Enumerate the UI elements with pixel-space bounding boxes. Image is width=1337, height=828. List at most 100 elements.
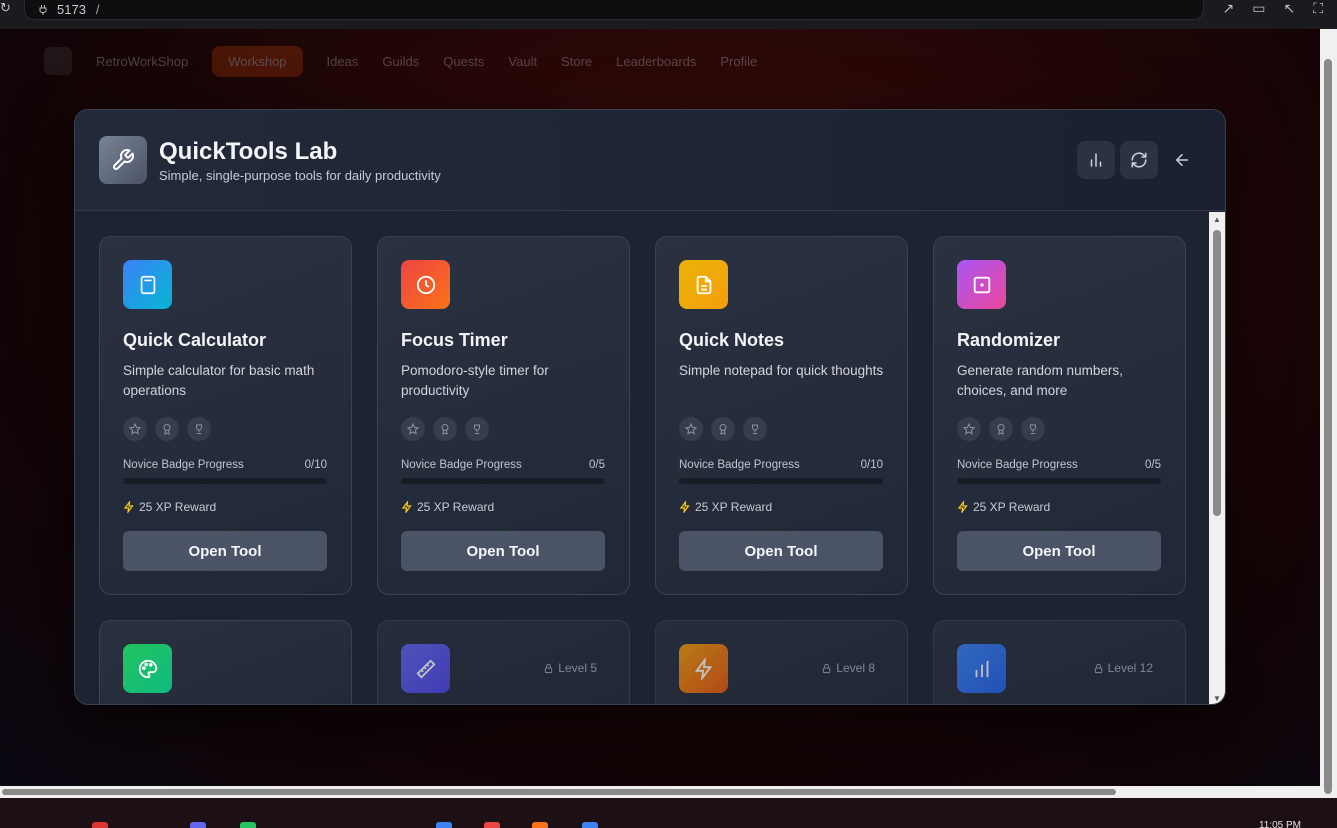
xp-label: 25 XP Reward (417, 500, 495, 514)
lock-level: Level 8 (836, 661, 875, 675)
page-hscroll-thumb[interactable] (2, 789, 1116, 795)
nav-item-leaderboards[interactable]: Leaderboards (616, 54, 696, 69)
app-brand: RetroWorkShop (96, 53, 189, 69)
xp-reward: 25 XP Reward (679, 500, 772, 514)
scroll-up-icon[interactable]: ▲ (1213, 215, 1221, 224)
nav-item-workshop[interactable]: Workshop (212, 45, 303, 77)
bolt-icon (679, 644, 728, 693)
external-link-icon[interactable]: ↗ (1222, 0, 1234, 17)
lock-icon (1094, 663, 1102, 673)
nav-item-vault[interactable]: Vault (508, 54, 537, 69)
taskbar-app-icon[interactable] (190, 822, 206, 828)
progress-count: 0/5 (1145, 459, 1161, 471)
trophy-badge-icon (465, 417, 489, 441)
star-badge-icon (123, 417, 147, 441)
star-badge-icon (401, 417, 425, 441)
nav-item-guilds[interactable]: Guilds (382, 54, 419, 69)
page-horizontal-scrollbar[interactable] (0, 786, 1320, 798)
open-tool-button[interactable]: Open Tool (401, 531, 605, 571)
progress-label: Novice Badge Progress (123, 459, 244, 471)
taskbar-app-icon[interactable] (484, 822, 500, 828)
tool-description: Pomodoro-style timer for productivity (401, 363, 549, 398)
cursor-icon[interactable]: ↖ (1283, 0, 1295, 17)
trophy-badge-icon (743, 417, 767, 441)
app-logo (44, 47, 72, 75)
quicktools-modal: QuickTools Lab Simple, single-purpose to… (74, 109, 1226, 705)
tool-description: Simple notepad for quick thoughts (679, 363, 884, 378)
open-tool-button[interactable]: Open Tool (957, 531, 1161, 571)
progress-bar (401, 478, 605, 484)
fullscreen-icon[interactable]: ⛶ (1313, 0, 1323, 17)
progress-bar (679, 478, 883, 484)
modal-scrollbar[interactable]: ▲ ▼ (1209, 212, 1225, 704)
refresh-button[interactable] (1120, 141, 1158, 179)
url-path: / (95, 2, 100, 17)
calculator-icon (123, 260, 172, 309)
taskbar-app-icon[interactable] (436, 822, 452, 828)
progress-label: Novice Badge Progress (679, 459, 800, 471)
lock-label: Level 5 (543, 661, 597, 675)
dice-icon (957, 260, 1006, 309)
taskbar-app-icon[interactable] (92, 822, 108, 828)
xp-reward: 25 XP Reward (957, 500, 1050, 514)
open-tool-button[interactable]: Open Tool (123, 531, 327, 571)
xp-label: 25 XP Reward (973, 500, 1051, 514)
tool-description: Generate random numbers, choices, and mo… (957, 363, 1123, 398)
browser-toolbar: ↻ 5173 / ↗ ▭ ↖ ⛶ (0, 0, 1337, 29)
devices-icon[interactable]: ▭ (1252, 0, 1265, 17)
tool-card-randomizer: Randomizer Generate random numbers, choi… (933, 236, 1186, 595)
bolt-icon (401, 501, 412, 513)
tool-title: Quick Calculator (123, 330, 267, 350)
scrollbar-thumb[interactable] (1213, 230, 1221, 516)
tool-title: Randomizer (957, 330, 1061, 350)
bolt-icon (679, 501, 690, 513)
address-bar[interactable]: 5173 / (24, 0, 1204, 20)
lock-label: Level 12 (1093, 661, 1153, 675)
tool-title: Focus Timer (401, 330, 508, 350)
tool-card-locked-level-12: Level 12 (933, 620, 1186, 704)
nav-item-ideas[interactable]: Ideas (327, 54, 359, 69)
lock-level: Level 12 (1107, 661, 1153, 675)
tools-grid: Quick Calculator Simple calculator for b… (75, 212, 1211, 704)
wrench-icon (99, 136, 147, 184)
clock-icon (401, 260, 450, 309)
back-button[interactable] (1163, 141, 1201, 179)
os-taskbar: 11:05 PM (0, 798, 1337, 828)
tool-description: Simple calculator for basic math operati… (123, 363, 315, 398)
tool-title: Quick Notes (679, 330, 785, 350)
modal-title: QuickTools Lab (159, 138, 338, 165)
tool-card-quick-notes: Quick Notes Simple notepad for quick tho… (655, 236, 908, 595)
medal-badge-icon (433, 417, 457, 441)
trophy-badge-icon (187, 417, 211, 441)
app-navigation: RetroWorkShop Workshop Ideas Guilds Ques… (0, 39, 1320, 83)
reload-icon[interactable]: ↻ (0, 0, 11, 16)
tool-card-locked-level-5: Level 5 (377, 620, 630, 704)
taskbar-app-icon[interactable] (532, 822, 548, 828)
nav-item-quests[interactable]: Quests (443, 54, 484, 69)
nav-item-profile[interactable]: Profile (720, 54, 757, 69)
progress-count: 0/5 (589, 459, 605, 471)
scroll-down-icon[interactable]: ▼ (1213, 694, 1221, 703)
nav-item-store[interactable]: Store (561, 54, 592, 69)
page-vertical-scrollbar[interactable] (1320, 29, 1337, 798)
document-icon (679, 260, 728, 309)
xp-reward: 25 XP Reward (401, 500, 494, 514)
page-scroll-thumb[interactable] (1324, 59, 1332, 794)
modal-header: QuickTools Lab Simple, single-purpose to… (75, 110, 1225, 211)
star-badge-icon (679, 417, 703, 441)
taskbar-app-icon[interactable] (582, 822, 598, 828)
xp-label: 25 XP Reward (139, 500, 217, 514)
open-tool-button[interactable]: Open Tool (679, 531, 883, 571)
xp-reward: 25 XP Reward (123, 500, 216, 514)
lock-label: Level 8 (821, 661, 875, 675)
taskbar-app-icon[interactable] (240, 822, 256, 828)
lock-icon (545, 663, 553, 673)
tool-card-palette[interactable] (99, 620, 352, 704)
progress-label: Novice Badge Progress (957, 459, 1078, 471)
lock-level: Level 5 (558, 661, 597, 675)
arrow-left-icon (1176, 154, 1188, 166)
palette-icon (123, 644, 172, 693)
progress-label: Novice Badge Progress (401, 459, 522, 471)
stats-button[interactable] (1077, 141, 1115, 179)
medal-badge-icon (989, 417, 1013, 441)
